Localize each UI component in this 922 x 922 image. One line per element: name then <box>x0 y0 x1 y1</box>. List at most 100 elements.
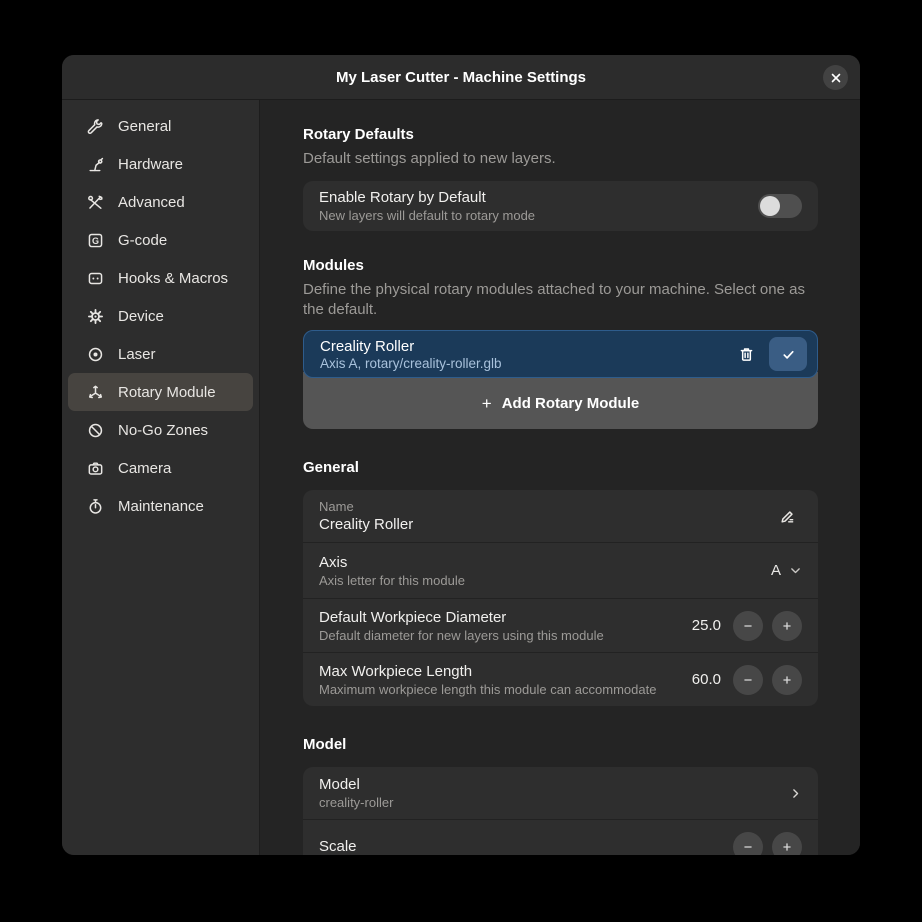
sidebar-item-gcode[interactable]: G G-code <box>68 221 253 259</box>
modules-heading: Modules <box>303 257 818 274</box>
diameter-subtitle: Default diameter for new layers using th… <box>319 628 692 643</box>
machine-settings-dialog: My Laser Cutter - Machine Settings Gener… <box>62 55 860 855</box>
delete-module-button[interactable] <box>732 340 761 369</box>
axis-subtitle: Axis letter for this module <box>319 573 771 588</box>
sidebar-item-label: Laser <box>118 346 156 363</box>
robot-arm-icon <box>86 155 104 173</box>
add-rotary-module-label: Add Rotary Module <box>502 395 640 412</box>
add-rotary-module-button[interactable]: + Add Rotary Module <box>303 372 818 429</box>
wrench-icon <box>86 117 104 135</box>
model-heading: Model <box>303 736 818 753</box>
rotary-defaults-heading: Rotary Defaults <box>303 126 818 143</box>
sidebar-item-general[interactable]: General <box>68 107 253 145</box>
name-label: Name <box>319 499 773 514</box>
plus-icon <box>780 673 794 687</box>
enable-rotary-subtitle: New layers will default to rotary mode <box>319 208 758 223</box>
sidebar-item-label: Advanced <box>118 194 185 211</box>
enable-rotary-title: Enable Rotary by Default <box>319 189 758 206</box>
name-row[interactable]: Name Creality Roller <box>303 490 818 542</box>
sidebar-item-hardware[interactable]: Hardware <box>68 145 253 183</box>
toggle-knob <box>760 196 780 216</box>
length-increment-button[interactable] <box>772 665 802 695</box>
sidebar-item-label: General <box>118 118 171 135</box>
minus-icon <box>741 673 755 687</box>
name-value: Creality Roller <box>319 516 773 533</box>
sidebar-item-camera[interactable]: Camera <box>68 449 253 487</box>
length-decrement-button[interactable] <box>733 665 763 695</box>
sidebar-item-label: Device <box>118 308 164 325</box>
sidebar-item-no-go-zones[interactable]: No-Go Zones <box>68 411 253 449</box>
diameter-increment-button[interactable] <box>772 611 802 641</box>
gcode-icon: G <box>86 231 104 249</box>
rotary-icon <box>86 383 104 401</box>
diameter-title: Default Workpiece Diameter <box>319 609 692 626</box>
plus-icon <box>780 840 794 854</box>
macro-icon <box>86 269 104 287</box>
sidebar-item-hooks-macros[interactable]: Hooks & Macros <box>68 259 253 297</box>
model-title: Model <box>319 776 789 793</box>
sidebar-item-label: Camera <box>118 460 171 477</box>
module-detail: Axis A, rotary/creality-roller.glb <box>320 356 732 371</box>
general-heading: General <box>303 459 818 476</box>
diameter-value[interactable]: 25.0 <box>692 617 721 634</box>
model-value: creality-roller <box>319 795 789 810</box>
sidebar-item-device[interactable]: Device <box>68 297 253 335</box>
check-icon <box>781 347 796 362</box>
close-icon <box>830 72 842 84</box>
scale-title: Scale <box>319 838 733 855</box>
no-go-icon <box>86 421 104 439</box>
scale-increment-button[interactable] <box>772 832 802 856</box>
camera-icon <box>86 459 104 477</box>
svg-text:G: G <box>91 235 98 245</box>
edit-name-button[interactable] <box>773 502 802 531</box>
plus-icon: + <box>482 394 492 414</box>
sidebar-item-label: No-Go Zones <box>118 422 208 439</box>
module-row-creality-roller[interactable]: Creality Roller Axis A, rotary/creality-… <box>303 330 818 378</box>
diameter-decrement-button[interactable] <box>733 611 763 641</box>
titlebar: My Laser Cutter - Machine Settings <box>62 55 860 100</box>
close-button[interactable] <box>823 65 848 90</box>
workpiece-diameter-row: Default Workpiece Diameter Default diame… <box>303 598 818 652</box>
modules-description: Define the physical rotary modules attac… <box>303 280 818 320</box>
scale-row: Scale <box>303 819 818 855</box>
sidebar-item-laser[interactable]: Laser <box>68 335 253 373</box>
window-title: My Laser Cutter - Machine Settings <box>336 69 586 86</box>
sidebar-item-maintenance[interactable]: Maintenance <box>68 487 253 525</box>
length-value[interactable]: 60.0 <box>692 671 721 688</box>
module-name: Creality Roller <box>320 338 732 355</box>
plus-icon <box>780 619 794 633</box>
gear-icon <box>86 307 104 325</box>
modules-list: Creality Roller Axis A, rotary/creality-… <box>303 330 818 429</box>
rotary-defaults-description: Default settings applied to new layers. <box>303 149 818 169</box>
axis-title: Axis <box>319 554 771 571</box>
minus-icon <box>741 619 755 633</box>
sidebar-item-rotary-module[interactable]: Rotary Module <box>68 373 253 411</box>
axis-value: A <box>771 562 781 579</box>
scale-decrement-button[interactable] <box>733 832 763 856</box>
axis-row[interactable]: Axis Axis letter for this module A <box>303 542 818 598</box>
length-title: Max Workpiece Length <box>319 663 692 680</box>
sidebar-item-label: Hardware <box>118 156 183 173</box>
enable-rotary-card: Enable Rotary by Default New layers will… <box>303 181 818 231</box>
edit-pencil-icon <box>779 508 796 525</box>
model-card: Model creality-roller Scale <box>303 767 818 855</box>
enable-rotary-toggle[interactable] <box>758 194 802 218</box>
laser-icon <box>86 345 104 363</box>
sidebar-item-label: G-code <box>118 232 167 249</box>
chevron-down-icon <box>789 564 802 577</box>
axis-dropdown[interactable]: A <box>771 562 802 579</box>
sidebar-item-label: Maintenance <box>118 498 204 515</box>
workpiece-length-row: Max Workpiece Length Maximum workpiece l… <box>303 652 818 706</box>
settings-sidebar: General Hardware Advanced G G-code <box>62 100 260 855</box>
trash-icon <box>738 346 755 363</box>
sidebar-item-advanced[interactable]: Advanced <box>68 183 253 221</box>
chevron-right-icon <box>789 787 802 800</box>
sidebar-item-label: Hooks & Macros <box>118 270 228 287</box>
minus-icon <box>741 840 755 854</box>
tools-icon <box>86 193 104 211</box>
rotary-module-settings-page: Rotary Defaults Default settings applied… <box>260 100 860 855</box>
default-module-check-button[interactable] <box>769 337 807 371</box>
stopwatch-icon <box>86 497 104 515</box>
model-row[interactable]: Model creality-roller <box>303 767 818 819</box>
length-subtitle: Maximum workpiece length this module can… <box>319 682 692 697</box>
